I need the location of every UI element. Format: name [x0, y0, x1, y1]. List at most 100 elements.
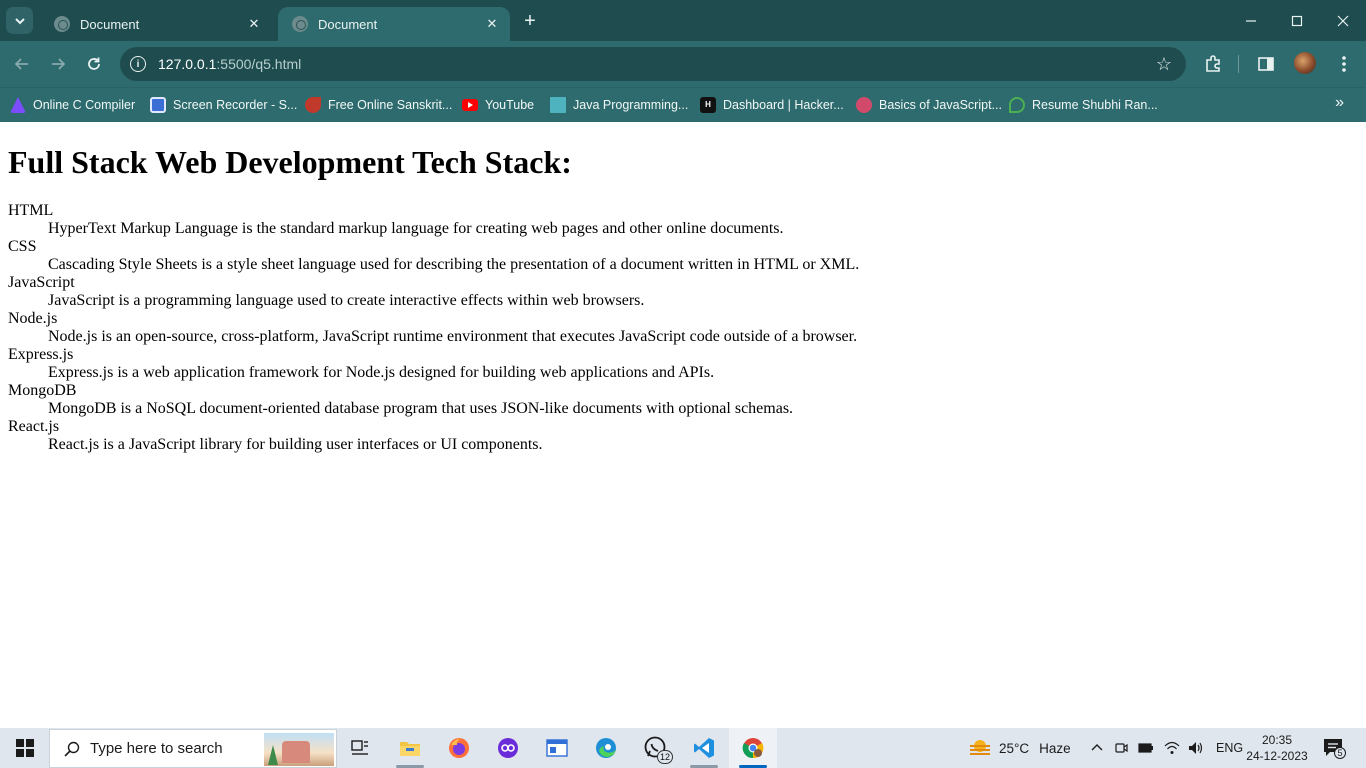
bookmark-youtube[interactable]: YouTube [462, 94, 534, 116]
whatsapp-badge: 12 [657, 750, 673, 764]
bookmark-online-c-compiler[interactable]: Online C Compiler [10, 94, 135, 116]
arrow-right-icon [52, 58, 66, 70]
weather-temperature: 25°C [999, 740, 1030, 756]
bookmark-java-programming[interactable]: Java Programming... [550, 94, 688, 116]
more-vertical-icon [1342, 56, 1346, 72]
site-info-icon[interactable]: i [130, 56, 146, 72]
profile-avatar[interactable] [1294, 52, 1316, 74]
clock-time: 20:35 [1261, 733, 1293, 747]
tab-strip: Document ✕ Document ✕ + [0, 0, 1366, 41]
bookmark-sanskrit[interactable]: Free Online Sanskrit... [305, 94, 452, 116]
clock[interactable]: 20:35 24-12-2023 [1244, 732, 1310, 764]
youtube-icon [462, 99, 478, 111]
definition-javascript: JavaScript is a programming language use… [48, 292, 645, 309]
extensions-button[interactable] [1201, 52, 1225, 76]
term-css: CSS [8, 238, 37, 255]
minimize-button[interactable] [1228, 0, 1274, 41]
bookmarks-overflow-icon[interactable]: » [1335, 94, 1344, 112]
weather-condition: Haze [1039, 740, 1071, 756]
vscode-app[interactable] [680, 728, 728, 768]
task-view-icon [351, 740, 368, 755]
tab-document-2[interactable]: Document ✕ [278, 7, 510, 41]
notification-count: 5 [1337, 748, 1343, 758]
hackerrank-icon: H [700, 97, 716, 113]
meet-now-icon[interactable] [1114, 741, 1128, 755]
file-explorer-app[interactable] [386, 728, 434, 768]
bookmark-resume[interactable]: Resume Shubhi Ran... [1009, 94, 1158, 116]
new-tab-button[interactable]: + [518, 10, 542, 34]
globe-icon [292, 16, 308, 32]
side-panel-button[interactable] [1254, 52, 1278, 76]
haze-icon [970, 740, 990, 755]
system-tray: ENG [1090, 728, 1243, 768]
globe-icon [54, 16, 70, 32]
search-highlight-image [264, 733, 334, 766]
close-tab-icon[interactable]: ✕ [246, 16, 262, 32]
search-placeholder: Type here to search [90, 740, 223, 757]
term-javascript: JavaScript [8, 274, 75, 291]
address-bar[interactable]: i 127.0.0.1:5500/q5.html ☆ [120, 47, 1186, 81]
wifi-icon[interactable] [1164, 741, 1180, 755]
bookmark-label: Free Online Sanskrit... [328, 98, 453, 112]
forward-button[interactable] [44, 50, 72, 78]
taskbar-search[interactable]: Type here to search [49, 729, 337, 768]
bookmark-label: Java Programming... [573, 98, 689, 112]
notepad-app[interactable] [533, 728, 581, 768]
firefox-app[interactable] [435, 728, 483, 768]
definition-css: Cascading Style Sheets is a style sheet … [48, 256, 860, 273]
bookmark-label: Dashboard | Hacker... [723, 98, 844, 112]
reload-icon [88, 57, 100, 70]
definition-reactjs: React.js is a JavaScript library for bui… [48, 436, 543, 453]
close-tab-icon[interactable]: ✕ [484, 16, 500, 32]
chevron-up-icon[interactable] [1090, 741, 1104, 755]
weather-widget[interactable]: 25°C Haze [968, 728, 1071, 768]
windows-logo-icon [16, 739, 24, 747]
reload-button[interactable] [80, 50, 108, 78]
input-language[interactable]: ENG [1216, 741, 1243, 755]
close-icon [1337, 15, 1349, 26]
media-app[interactable] [484, 728, 532, 768]
bookmark-label: YouTube [485, 98, 535, 112]
battery-icon[interactable] [1138, 742, 1154, 754]
maximize-button[interactable] [1274, 0, 1320, 41]
notification-center-button[interactable]: 5 [1322, 736, 1346, 760]
chrome-app[interactable] [729, 728, 777, 768]
definition-mongodb: MongoDB is a NoSQL document-oriented dat… [48, 400, 794, 417]
edge-icon [596, 738, 616, 758]
sanskrit-icon [305, 97, 321, 113]
bookmark-hackerrank[interactable]: H Dashboard | Hacker... [700, 94, 844, 116]
clock-date: 24-12-2023 [1246, 749, 1308, 763]
tab-search-button[interactable] [6, 7, 33, 34]
bookmarks-bar: Online C Compiler Screen Recorder - S...… [0, 87, 1366, 122]
url-path: :5500/q5.html [216, 56, 302, 72]
volume-icon[interactable] [1188, 741, 1204, 755]
minimize-icon [1246, 19, 1256, 22]
resume-icon [1009, 97, 1025, 113]
bookmark-basics-javascript[interactable]: Basics of JavaScript... [856, 94, 1002, 116]
term-mongodb: MongoDB [8, 382, 77, 399]
start-button[interactable] [16, 739, 34, 757]
tab-document-1[interactable]: Document ✕ [40, 7, 272, 41]
taskbar: Type here to search 12 25°C Haze ENG 20:… [0, 728, 1366, 768]
definition-expressjs: Express.js is a web application framewor… [48, 364, 715, 381]
bookmark-label: Resume Shubhi Ran... [1032, 98, 1158, 112]
page-title: Full Stack Web Development Tech Stack: [8, 144, 572, 180]
vscode-icon [694, 738, 714, 758]
back-button[interactable] [8, 50, 36, 78]
chrome-icon [742, 738, 764, 759]
screen-recorder-icon [150, 97, 166, 113]
menu-button[interactable] [1332, 52, 1356, 76]
arrow-left-icon [14, 58, 28, 70]
tab-title: Document [318, 16, 378, 32]
side-panel-icon [1258, 57, 1274, 71]
bookmark-label: Basics of JavaScript... [879, 98, 1002, 112]
bookmark-screen-recorder[interactable]: Screen Recorder - S... [150, 94, 297, 116]
bookmark-star-icon[interactable]: ☆ [1156, 55, 1172, 73]
edge-app[interactable] [582, 728, 630, 768]
whatsapp-app[interactable]: 12 [631, 728, 679, 768]
java-icon [550, 97, 566, 113]
term-nodejs: Node.js [8, 310, 58, 327]
tab-title: Document [80, 16, 140, 32]
close-window-button[interactable] [1320, 0, 1366, 41]
task-view-button[interactable] [336, 728, 384, 768]
